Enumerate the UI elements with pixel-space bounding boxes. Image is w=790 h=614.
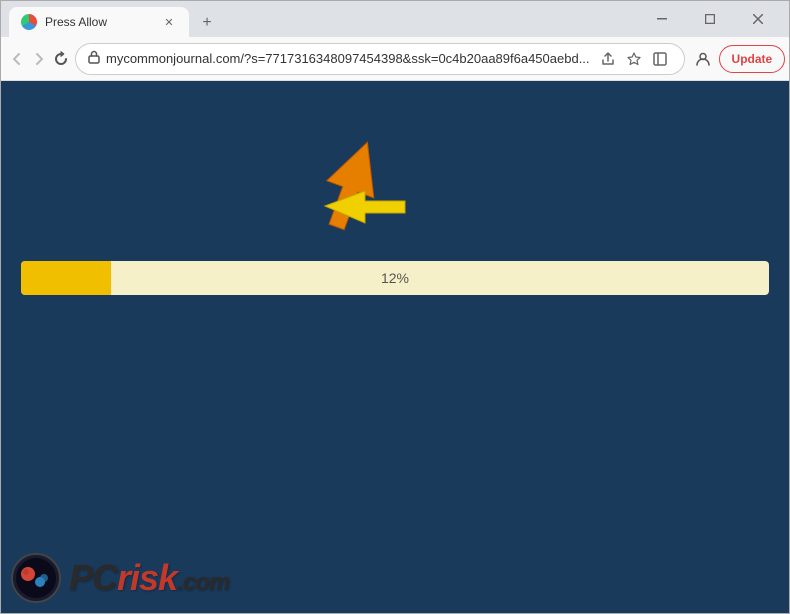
reload-button[interactable] (53, 45, 69, 73)
title-bar: Press Allow ✕ + (1, 1, 789, 37)
tab-close-button[interactable]: ✕ (161, 14, 177, 30)
sidebar-icon-button[interactable] (648, 47, 672, 71)
lock-icon (88, 50, 100, 67)
tab-title: Press Allow (45, 15, 153, 29)
pcrisk-icon (11, 553, 61, 603)
risk-text: risk (117, 557, 177, 598)
tab-favicon (21, 14, 37, 30)
progress-fill (21, 261, 111, 295)
forward-button[interactable] (31, 45, 47, 73)
pcrisk-text-logo: PCrisk.com (69, 557, 229, 599)
pcrisk-logo: PCrisk.com (11, 553, 229, 603)
minimize-button[interactable] (639, 1, 685, 37)
bookmark-icon-button[interactable] (622, 47, 646, 71)
close-button[interactable] (735, 1, 781, 37)
tab-strip: Press Allow ✕ + (9, 1, 635, 37)
share-icon-button[interactable] (596, 47, 620, 71)
address-bar[interactable]: mycommonjournal.com/?s=77173163480974543… (75, 43, 685, 75)
window-controls (639, 1, 781, 37)
maximize-button[interactable] (687, 1, 733, 37)
domain-text: .com (177, 569, 229, 596)
pc-text: PC (69, 557, 117, 598)
profile-button[interactable] (691, 47, 715, 71)
page-content: 12% PCrisk.com (1, 81, 789, 613)
new-tab-button[interactable]: + (193, 9, 221, 37)
back-button[interactable] (9, 45, 25, 73)
arrows-indicator (295, 131, 415, 261)
address-bar-actions (596, 47, 672, 71)
progress-label: 12% (381, 270, 409, 286)
update-button[interactable]: Update (719, 45, 786, 73)
active-tab[interactable]: Press Allow ✕ (9, 7, 189, 37)
browser-window: Press Allow ✕ + (0, 0, 790, 614)
progress-bar-container: 12% (21, 261, 769, 295)
toolbar-right: Update ⋮ (691, 45, 790, 73)
url-text: mycommonjournal.com/?s=77173163480974543… (106, 51, 590, 66)
toolbar: mycommonjournal.com/?s=77173163480974543… (1, 37, 789, 81)
